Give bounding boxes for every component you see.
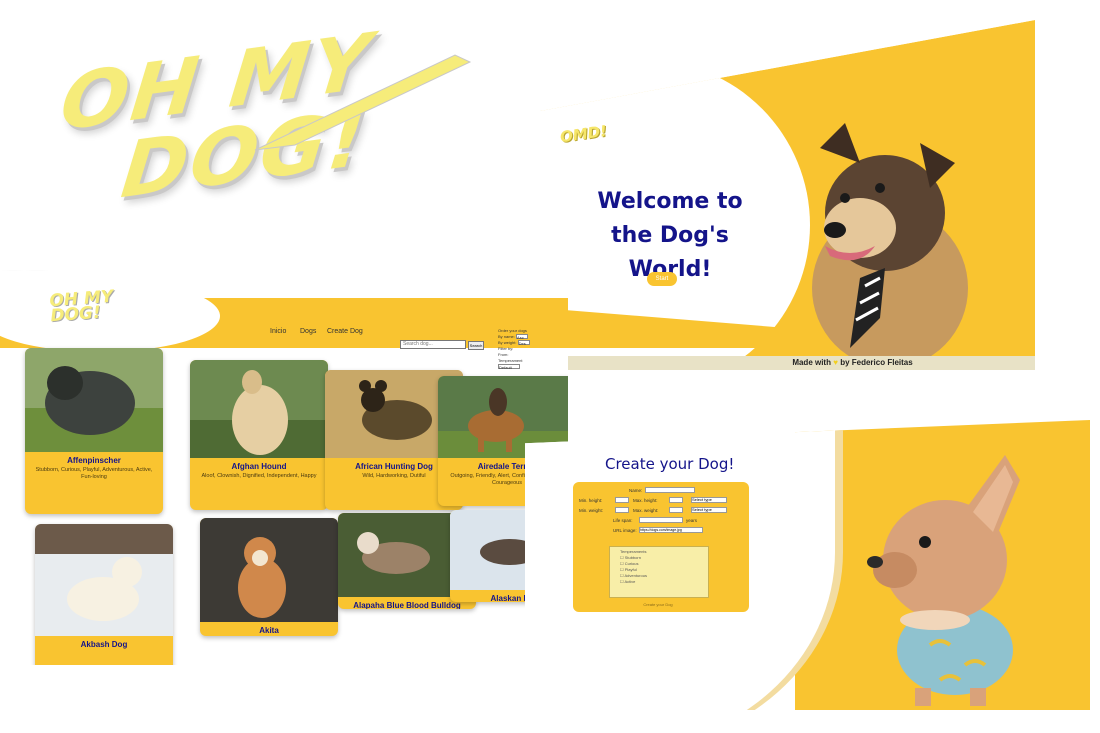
life-span-field[interactable] (639, 517, 683, 523)
temperament-option-label: Adventurous (624, 573, 647, 578)
dog-photo (200, 518, 338, 622)
name-field[interactable] (645, 487, 695, 493)
temperament-list[interactable]: Temperaments ☐ Stubborn ☐ Curious ☐ Play… (609, 546, 709, 598)
home-screen: OH MY DOG! Inicio Dogs Create Dog Search… (0, 270, 568, 665)
french-bulldog-image (867, 455, 1020, 706)
dog-card[interactable]: Afghan Hound Aloof, Clownish, Dignified,… (190, 360, 328, 510)
dog-name: Afghan Hound (231, 462, 287, 471)
create-title: Create your Dog! (605, 455, 735, 473)
filter-temperament[interactable]: Temperament (498, 358, 542, 364)
create-form: Name: Min. height: Max. height: Select t… (573, 482, 749, 612)
dog-photo (35, 524, 173, 636)
big-logo: OH MY DOG! (55, 17, 485, 216)
height-unit-select[interactable]: Select type (691, 497, 727, 503)
filters-panel: Order your dogs By name: Asc By weight: … (498, 328, 542, 370)
max-weight-field[interactable] (669, 507, 683, 513)
nav-inicio[interactable]: Inicio (270, 328, 286, 335)
start-button[interactable]: Start (647, 272, 677, 286)
weight-unit-select[interactable]: Select type (691, 507, 727, 513)
temperament-option[interactable]: ☐ Active (620, 579, 698, 585)
footer-suffix: by Federico Fleitas (840, 358, 913, 367)
dog-temperament: Stubborn, Curious, Playful, Adventurous,… (35, 467, 153, 480)
dog-name: Alapaha Blue Blood Bulldog (353, 601, 461, 609)
url-field[interactable]: https://dogs.com/image.jpg (639, 527, 703, 533)
welcome-footer: Made with ♥ by Federico Fleitas (540, 356, 1035, 370)
max-weight-label: Max. weight: (633, 508, 659, 513)
min-weight-label: Min. weight: (579, 508, 604, 513)
temperament-option-label: Playful (624, 567, 637, 572)
dog-name: Akbash Dog (80, 640, 128, 649)
name-label: Name: (629, 488, 643, 493)
temperament-option-label: Curious (624, 561, 639, 566)
welcome-screen: OMD! Welcome to the Dog's World! Start M… (540, 20, 1035, 370)
welcome-title-line-1: Welcome to (597, 189, 743, 214)
nav-create-dog[interactable]: Create Dog (327, 328, 363, 335)
search-input[interactable]: Search dog... (400, 340, 466, 349)
max-height-field[interactable] (669, 497, 683, 503)
temperament-option-label: Active (624, 579, 636, 584)
sort-asc-button[interactable]: Asc (516, 334, 529, 340)
dog-name: Affenpinscher (67, 456, 121, 465)
footer-prefix: Made with (792, 358, 831, 367)
dog-card[interactable]: Akita (200, 518, 338, 636)
life-span-label: Life span: (613, 518, 633, 523)
dog-photo (190, 360, 328, 458)
min-weight-field[interactable] (615, 507, 629, 513)
sort-des-button[interactable]: Des (517, 340, 530, 346)
filter-by-name-label: By name: (498, 334, 515, 339)
logo-swoosh-icon (254, 54, 472, 151)
dog-temperament: Aloof, Clownish, Dignified, Independent,… (201, 473, 317, 479)
url-label: URL image: (613, 528, 637, 533)
min-height-field[interactable] (615, 497, 629, 503)
nav-dogs[interactable]: Dogs (300, 328, 316, 335)
dog-card[interactable]: Akbash Dog (35, 524, 173, 665)
years-label: years (686, 518, 698, 523)
create-dog-button[interactable]: Create your Dog (633, 602, 683, 609)
create-dog-screen: Create your Dog! Name: Min. height: Max.… (525, 420, 1090, 710)
max-height-label: Max. height: (633, 498, 658, 503)
header-logo[interactable]: OH MY DOG! (49, 287, 115, 326)
dog-name: Akita (259, 626, 279, 635)
min-height-label: Min. height: (579, 498, 603, 503)
temperament-option-label: Stubborn (624, 555, 641, 560)
dog-with-tie-image (812, 123, 968, 356)
dog-card[interactable]: Affenpinscher Stubborn, Curious, Playful… (25, 348, 163, 514)
heart-icon: ♥ (833, 358, 838, 367)
default-select[interactable]: Default (498, 364, 520, 370)
dog-photo (25, 348, 163, 452)
filter-by-weight-label: By weight: (498, 340, 517, 345)
search-button[interactable]: Search (468, 341, 484, 350)
